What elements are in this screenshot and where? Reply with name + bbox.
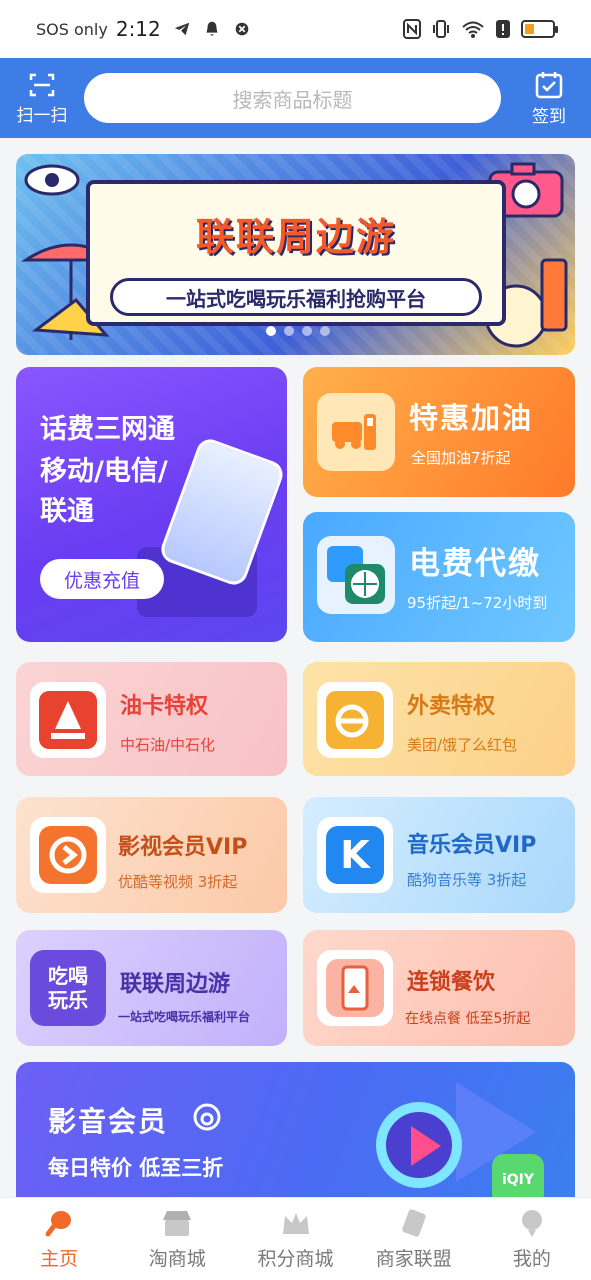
pager-dot [302, 326, 312, 336]
chain-dining-card[interactable]: 连锁餐饮 在线点餐 低至5折起 [303, 930, 575, 1046]
checkin-button[interactable]: 签到 [521, 70, 577, 127]
svg-text:K: K [340, 833, 371, 877]
electricity-icon-box [317, 536, 395, 614]
oil-card-subtitle: 中石油/中石化 [120, 736, 216, 754]
tab-label: 我的 [512, 1248, 551, 1270]
phone-order-icon [326, 959, 384, 1017]
netease-music-icon [193, 1103, 221, 1131]
chain-dining-subtitle: 在线点餐 低至5折起 [405, 1011, 531, 1027]
electricity-card[interactable]: 电费代缴 95折起/1~72小时到 [303, 512, 575, 642]
banner-title: 联联周边游 [195, 215, 396, 259]
music-vip-card[interactable]: K 音乐会员VIP 酷狗音乐等 3折起 [303, 797, 575, 913]
battery-icon [521, 20, 558, 38]
tab-tao-mall[interactable]: 淘商城 [118, 1198, 236, 1280]
phone-recharge-card[interactable]: 话费三网通 移动/电信/ 联通 优惠充值 [16, 367, 287, 642]
top-header: 扫一扫 搜索商品标题 签到 [0, 58, 591, 138]
fuel-icon-box [317, 393, 395, 471]
search-placeholder: 搜索商品标题 [232, 87, 353, 112]
tour-icon-text-1: 吃喝 [48, 964, 88, 988]
app-page: SOS only 2:12 扫一扫 搜索商品标题 签到 联联周边游 一站式吃喝玩… [0, 0, 591, 1280]
takeout-icon-box [317, 682, 393, 758]
tour-icon-box: 吃喝 玩乐 [30, 950, 106, 1026]
electricity-title: 电费代缴 [409, 546, 541, 582]
profile-icon [521, 1210, 542, 1237]
takeout-card[interactable]: 外卖特权 美团/饿了么红包 [303, 662, 575, 776]
clock-text: 2:12 [115, 17, 161, 41]
tab-label: 主页 [40, 1248, 79, 1270]
electricity-subtitle: 95折起/1~72小时到 [407, 594, 548, 612]
pager-dot [284, 326, 294, 336]
tab-label: 商家联盟 [375, 1248, 452, 1270]
fuel-title: 特惠加油 [409, 401, 534, 435]
tab-label: 淘商城 [148, 1248, 206, 1270]
play-icon [39, 826, 97, 884]
kugou-icon: K [326, 826, 384, 884]
fuel-subtitle: 全国加油7折起 [411, 449, 511, 467]
local-tour-title: 联联周边游 [120, 972, 231, 997]
wifi-icon [462, 21, 484, 38]
video-vip-subtitle: 优酷等视频 3折起 [118, 873, 238, 891]
drumstick-icon [45, 1211, 72, 1237]
music-icon-box: K [317, 817, 393, 893]
chain-dining-title: 连锁餐饮 [407, 970, 496, 995]
eye-icon [24, 164, 80, 196]
tab-home[interactable]: 主页 [0, 1198, 118, 1280]
video-vip-card[interactable]: 影视会员VIP 优酷等视频 3折起 [16, 797, 287, 913]
phone-title-line3: 联通 [40, 496, 94, 527]
search-input[interactable]: 搜索商品标题 [84, 73, 501, 123]
delivery-icon [326, 691, 384, 749]
promo-banner[interactable]: 联联周边游 一站式吃喝玩乐福利抢购平台 [16, 154, 575, 355]
store-icon [163, 1211, 192, 1236]
av-member-title: 影音会员 [48, 1105, 169, 1138]
play-arrow-decoration [411, 1126, 441, 1166]
pager-dot [266, 326, 276, 336]
status-bar: SOS only 2:12 [0, 0, 591, 58]
video-icon-box [30, 817, 106, 893]
dining-icon-box [317, 950, 393, 1026]
phone-title-line1: 话费三网通 [40, 414, 175, 445]
banner-card: 联联周边游 一站式吃喝玩乐福利抢购平台 [86, 180, 506, 326]
carrier-text: SOS only [36, 19, 108, 39]
local-tour-card[interactable]: 吃喝 玩乐 联联周边游 一站式吃喝玩乐福利平台 [16, 930, 287, 1046]
scan-icon [29, 73, 55, 96]
bottom-tab-bar: 主页 淘商城 积分商城 商家联盟 我的 [0, 1197, 591, 1280]
nfc-icon [403, 19, 421, 39]
recharge-button[interactable]: 优惠充值 [40, 559, 164, 599]
scan-label: 扫一扫 [16, 105, 68, 126]
av-member-subtitle: 每日特价 低至三折 [48, 1156, 224, 1180]
video-vip-title: 影视会员VIP [118, 835, 248, 860]
tab-merchant-alliance[interactable]: 商家联盟 [355, 1198, 473, 1280]
sinopec-icon [39, 691, 97, 749]
vibrate-icon [433, 20, 449, 38]
takeout-title: 外卖特权 [407, 694, 496, 719]
calendar-check-icon [535, 71, 563, 98]
checkin-label: 签到 [532, 106, 566, 127]
oil-card-card[interactable]: 油卡特权 中石油/中石化 [16, 662, 287, 776]
ticket-icon [401, 1209, 426, 1237]
shield-icon [235, 22, 249, 36]
local-tour-subtitle: 一站式吃喝玩乐福利平台 [118, 1010, 251, 1024]
oil-card-title: 油卡特权 [120, 694, 209, 719]
alert-icon [496, 20, 510, 38]
scan-button[interactable]: 扫一扫 [14, 71, 70, 126]
banner-subtitle: 一站式吃喝玩乐福利抢购平台 [110, 278, 482, 316]
tab-label: 积分商城 [257, 1248, 334, 1270]
tab-points-mall[interactable]: 积分商城 [236, 1198, 354, 1280]
music-vip-subtitle: 酷狗音乐等 3折起 [407, 871, 527, 889]
pager-dot [320, 326, 330, 336]
state-grid-icon [327, 546, 385, 604]
oil-card-icon-box [30, 682, 106, 758]
gas-pump-icon [332, 414, 376, 450]
tab-profile[interactable]: 我的 [473, 1198, 591, 1280]
crown-icon [282, 1213, 309, 1234]
telegram-icon [174, 22, 189, 36]
banner-pager [266, 326, 330, 336]
takeout-subtitle: 美团/饿了么红包 [407, 736, 518, 754]
music-vip-title: 音乐会员VIP [407, 833, 537, 858]
av-member-card[interactable]: 影音会员 每日特价 低至三折 iQIY [16, 1062, 575, 1212]
fuel-card[interactable]: 特惠加油 全国加油7折起 [303, 367, 575, 497]
phone-title-line2: 移动/电信/ [40, 456, 168, 487]
tour-icon-text-2: 玩乐 [48, 988, 88, 1012]
bell-icon [206, 21, 218, 36]
